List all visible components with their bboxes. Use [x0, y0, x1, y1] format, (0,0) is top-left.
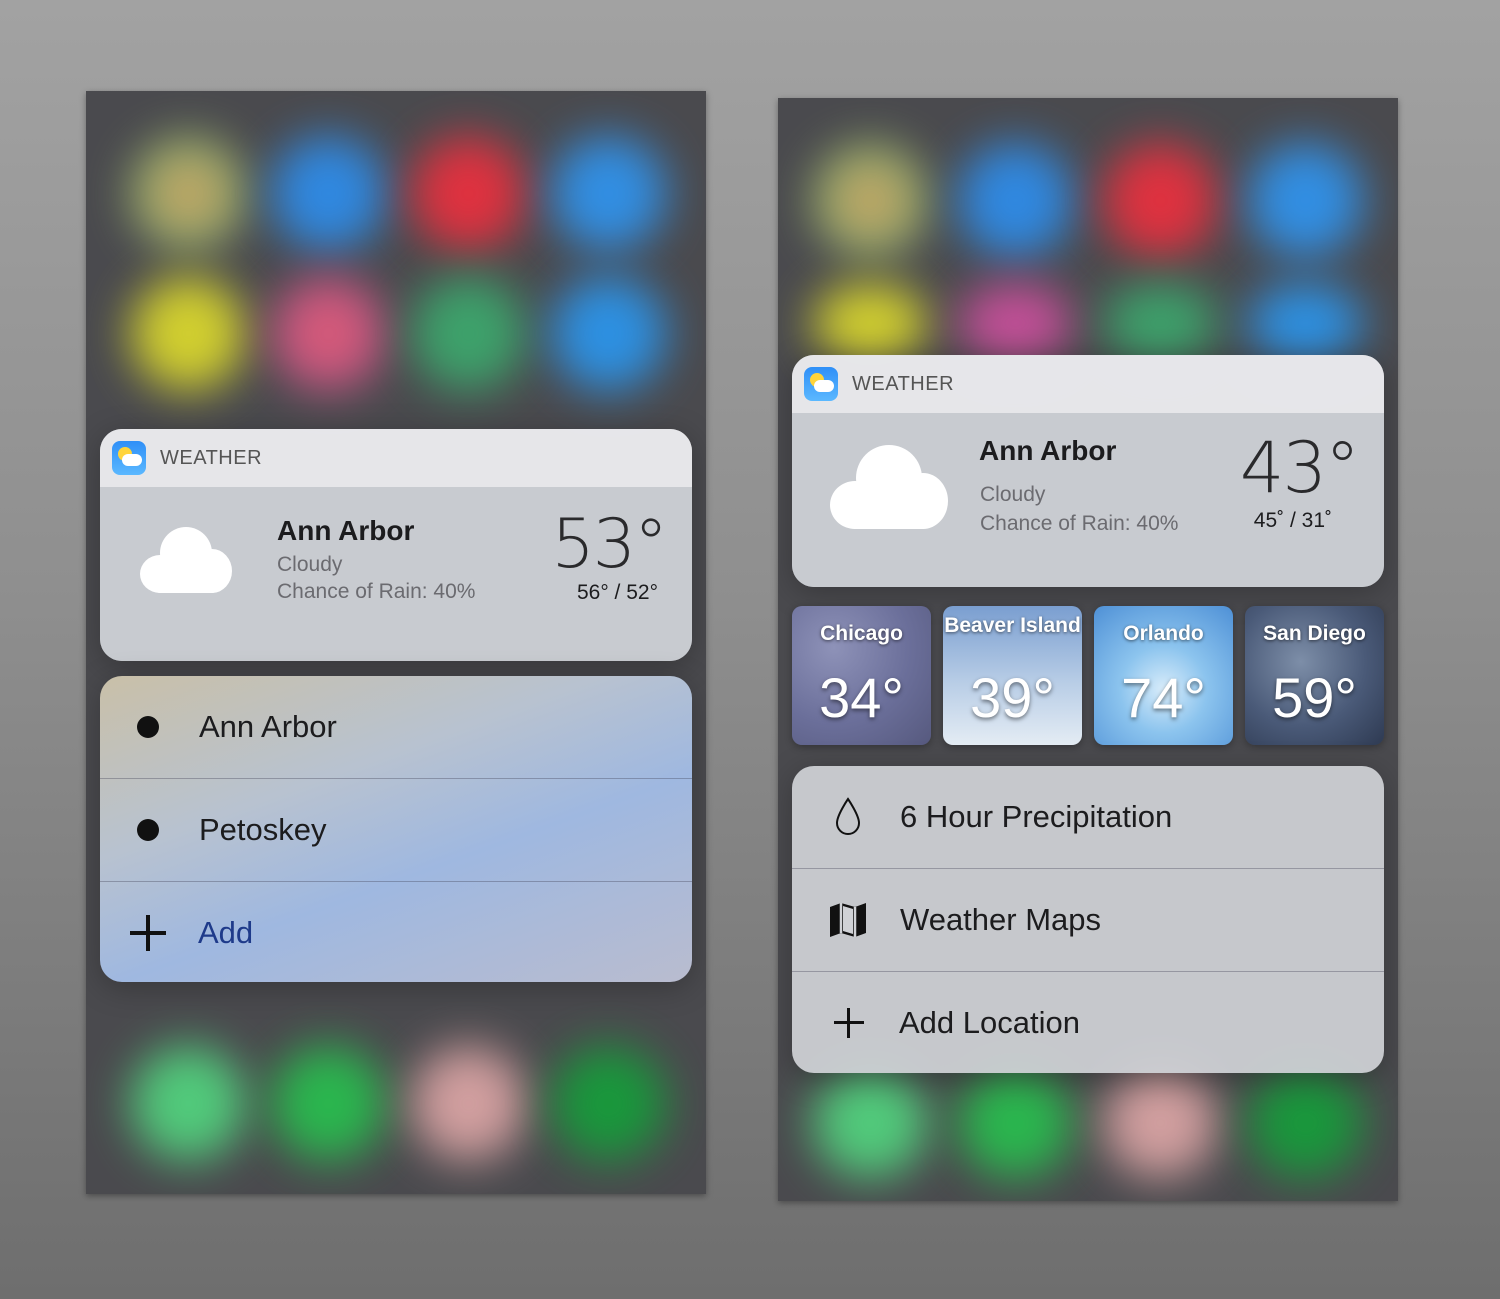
widget-body: Ann Arbor Cloudy Chance of Rain: 40% 53°…	[100, 487, 692, 661]
widget-app-name: WEATHER	[160, 446, 263, 469]
cloud-icon	[140, 527, 232, 593]
tile-city-name: Beaver Island	[944, 614, 1081, 637]
rain-chance-text: Chance of Rain: 40%	[980, 512, 1179, 535]
tile-temperature: 59°	[1272, 666, 1357, 729]
rain-chance-text: Chance of Rain: 40%	[277, 580, 476, 603]
menu-item-label: 6 Hour Precipitation	[900, 799, 1173, 834]
menu-item-6-hour-precipitation[interactable]: 6 Hour Precipitation	[792, 766, 1384, 869]
condition-text: Cloudy	[277, 553, 343, 576]
cloud-icon	[830, 445, 948, 529]
menu-item-petoskey[interactable]: Petoskey	[100, 779, 692, 882]
widget-app-name: WEATHER	[852, 372, 955, 395]
widget-header: WEATHER	[100, 429, 692, 487]
city-tile-chicago[interactable]: Chicago 34°	[792, 606, 931, 745]
menu-item-add[interactable]: Add	[100, 882, 692, 982]
city-tile-san-diego[interactable]: San Diego 59°	[1245, 606, 1384, 745]
city-name: Ann Arbor	[277, 515, 415, 546]
city-name: Ann Arbor	[979, 435, 1117, 466]
right-phone-screen: WEATHER Ann Arbor Cloudy Chance of Rain:…	[778, 98, 1398, 1201]
tile-temperature: 39°	[970, 666, 1055, 729]
tile-city-name: Chicago	[820, 622, 903, 645]
raindrop-icon	[835, 797, 861, 835]
menu-item-add-location[interactable]: Add Location	[792, 972, 1384, 1073]
menu-item-weather-maps[interactable]: Weather Maps	[792, 869, 1384, 972]
city-tile-orlando[interactable]: Orlando 74°	[1094, 606, 1233, 745]
bullet-icon	[137, 819, 159, 841]
left-phone-screen: WEATHER Ann Arbor Cloudy Chance of Rain:…	[86, 91, 706, 1194]
current-temperature: 43°	[1239, 427, 1360, 509]
tile-city-name: Orlando	[1123, 622, 1204, 645]
weather-app-icon	[804, 367, 838, 401]
widget-header: WEATHER	[792, 355, 1384, 413]
menu-item-label: Weather Maps	[900, 902, 1102, 937]
quick-action-menu: Ann Arbor Petoskey Add	[100, 676, 692, 982]
tile-temperature: 74°	[1121, 666, 1206, 729]
high-low-temperature: 45˚ / 31˚	[1253, 509, 1332, 532]
high-low-temperature: 56° / 52°	[576, 581, 658, 604]
weather-widget[interactable]: WEATHER Ann Arbor Cloudy Chance of Rain:…	[792, 355, 1384, 587]
condition-text: Cloudy	[980, 483, 1046, 506]
map-icon	[830, 903, 866, 937]
weather-app-icon	[112, 441, 146, 475]
menu-item-label: Petoskey	[199, 812, 327, 847]
current-temperature: 53°	[551, 505, 668, 584]
widget-body: Ann Arbor Cloudy Chance of Rain: 40% 43°…	[792, 413, 1384, 587]
menu-item-label: Add Location	[899, 1005, 1080, 1040]
quick-action-menu: 6 Hour Precipitation Weather Maps Add Lo…	[792, 766, 1384, 1073]
tile-city-name: San Diego	[1263, 622, 1366, 645]
menu-item-label: Ann Arbor	[199, 709, 337, 744]
city-tile-beaver-island[interactable]: Beaver Island 39°	[943, 606, 1082, 745]
bullet-icon	[137, 716, 159, 738]
menu-item-ann-arbor[interactable]: Ann Arbor	[100, 676, 692, 779]
plus-icon	[834, 1008, 864, 1038]
plus-icon	[130, 915, 166, 951]
menu-item-label: Add	[198, 915, 254, 950]
tile-temperature: 34°	[819, 666, 904, 729]
weather-widget[interactable]: WEATHER Ann Arbor Cloudy Chance of Rain:…	[100, 429, 692, 661]
